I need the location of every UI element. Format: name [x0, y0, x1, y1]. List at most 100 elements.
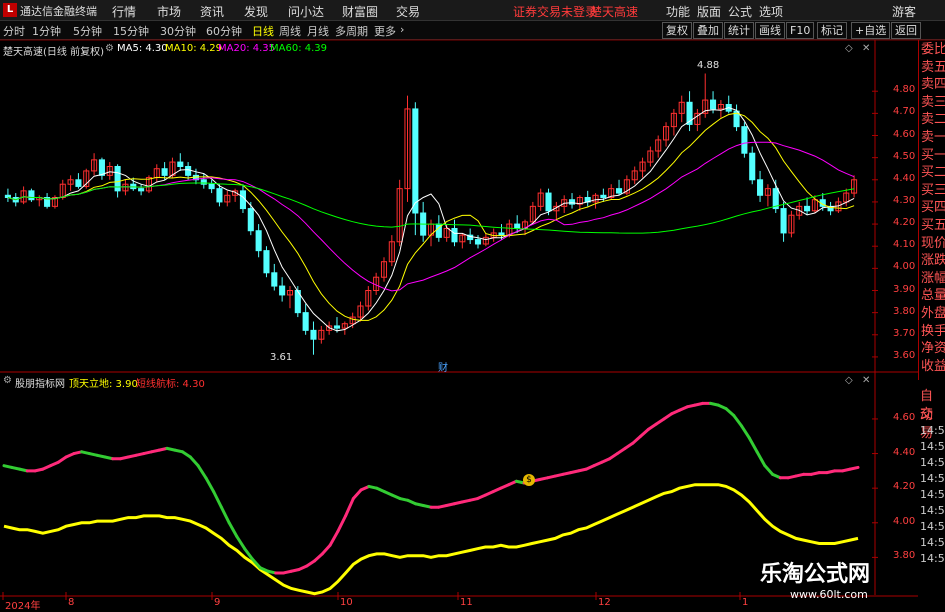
- kline-chart[interactable]: [0, 0, 945, 609]
- candle: [788, 210, 795, 238]
- candle: [584, 190, 591, 207]
- x-tick-label: 8: [68, 597, 75, 608]
- candle: [122, 179, 129, 196]
- candle: [224, 190, 231, 207]
- y-tick-label: 4.40: [893, 172, 916, 184]
- candle: [388, 235, 395, 267]
- y-tick-label: 3.80: [893, 305, 916, 317]
- candle: [780, 201, 787, 242]
- candle: [185, 162, 192, 180]
- candle: [255, 224, 262, 258]
- side-item[interactable]: 买一: [921, 146, 945, 165]
- candle: [592, 193, 599, 209]
- y-tick-label: 4.60: [893, 128, 916, 140]
- candle: [757, 170, 764, 202]
- candle: [279, 277, 286, 302]
- y-tick-label: 4.70: [893, 106, 916, 118]
- tick-time: 14:56: [920, 440, 945, 453]
- side-item[interactable]: 委比: [921, 40, 945, 59]
- candle: [420, 201, 427, 242]
- candle: [44, 193, 51, 209]
- duanxian-segment: [212, 490, 223, 509]
- candle: [232, 188, 239, 202]
- candle: [741, 122, 748, 158]
- side-item[interactable]: 换手: [921, 322, 945, 341]
- candle: [263, 246, 270, 278]
- side-item[interactable]: 卖二: [921, 110, 945, 129]
- money-bag-icon[interactable]: $: [523, 474, 535, 486]
- side-item[interactable]: 收益: [921, 357, 945, 376]
- candle: [67, 175, 74, 191]
- side-item[interactable]: 涨跌: [921, 251, 945, 270]
- watermark-url: www.60lt.com: [790, 588, 868, 601]
- duanxian-segment: [219, 505, 231, 525]
- candle: [4, 188, 11, 202]
- candle: [686, 91, 693, 132]
- candle: [851, 175, 858, 198]
- duanxian-segment: [320, 543, 332, 556]
- tick-time: 14:56: [920, 520, 945, 533]
- sub-y-tick-label: 4.40: [893, 446, 916, 458]
- candle: [177, 153, 184, 171]
- side-item[interactable]: 买四: [921, 198, 945, 217]
- side-item[interactable]: 买三: [921, 181, 945, 200]
- y-tick-label: 4.20: [893, 217, 916, 229]
- duanxian-segment: [724, 407, 736, 417]
- candle: [28, 188, 35, 202]
- duanxian-segment: [204, 476, 216, 494]
- candle: [200, 173, 207, 189]
- candle: [827, 201, 834, 216]
- tick-time: 14:56: [920, 456, 945, 469]
- candle: [365, 286, 372, 311]
- candle: [91, 153, 98, 176]
- low-price-label: 3.61: [270, 352, 293, 363]
- quote-side-panel: 委比 卖五 卖四 卖三 卖二 卖一 买一 买二 买三 买四 买五 现价 涨跌 涨幅 总量 外盘 换手 净资 收益: [918, 40, 945, 380]
- candle: [75, 173, 82, 189]
- duanxian-segment: [740, 424, 751, 440]
- side-item[interactable]: 外盘: [921, 304, 945, 323]
- side-item[interactable]: 现价: [921, 234, 945, 253]
- ma10-line: [7, 112, 855, 321]
- x-tick-label: 12: [598, 597, 611, 608]
- side-item[interactable]: 卖一: [921, 128, 945, 147]
- candle: [435, 215, 442, 242]
- x-tick-label: 10: [340, 597, 353, 608]
- candle: [380, 257, 388, 282]
- duanxian-segment: [235, 535, 247, 551]
- candle: [733, 104, 740, 132]
- y-tick-label: 4.10: [893, 239, 916, 251]
- duanxian-segment: [188, 455, 200, 468]
- sub-y-tick-label: 4.20: [893, 481, 916, 493]
- candle: [459, 232, 466, 249]
- duanxian-segment: [336, 514, 348, 533]
- candle: [600, 188, 607, 202]
- side-item[interactable]: 买二: [921, 163, 945, 182]
- x-tick-label: 9: [214, 597, 221, 608]
- side-item[interactable]: 卖五: [921, 58, 945, 77]
- watermark-title: 乐淘公式网: [760, 562, 871, 587]
- side-item[interactable]: 涨幅: [921, 269, 945, 288]
- candle: [568, 193, 576, 209]
- candle: [647, 146, 654, 167]
- candle: [631, 166, 638, 185]
- candle: [20, 186, 27, 205]
- finance-marker[interactable]: 财: [438, 359, 448, 374]
- side-item[interactable]: 净资: [921, 339, 945, 358]
- x-tick-label: 11: [460, 597, 473, 608]
- candle: [286, 286, 294, 309]
- candle: [404, 95, 411, 202]
- candle: [639, 157, 646, 178]
- side-item[interactable]: 买五: [921, 216, 945, 235]
- x-tick-label: 2024年: [5, 601, 41, 612]
- candle: [36, 195, 43, 207]
- candle: [138, 184, 145, 196]
- candle: [302, 303, 309, 335]
- side-item[interactable]: 总量: [921, 286, 945, 305]
- y-tick-label: 4.80: [893, 84, 916, 96]
- side-item[interactable]: 卖四: [921, 75, 945, 94]
- high-price-label: 4.88: [697, 60, 720, 71]
- candle: [725, 95, 732, 114]
- candle: [98, 157, 105, 180]
- side-item[interactable]: 卖三: [921, 93, 945, 112]
- candle: [717, 100, 724, 118]
